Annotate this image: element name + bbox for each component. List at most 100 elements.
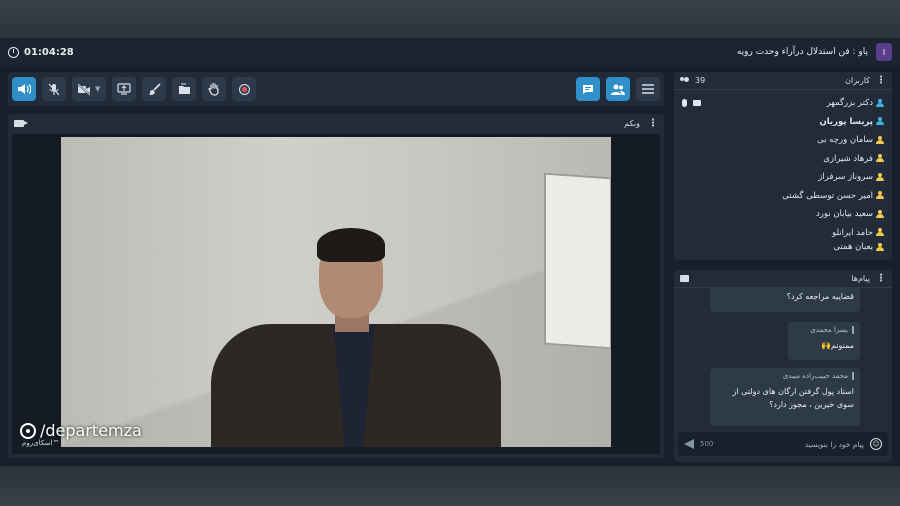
presenter-figure <box>211 228 501 447</box>
files-button[interactable] <box>172 77 196 101</box>
chat-input[interactable]: پیام خود را بنویسید <box>719 440 864 449</box>
brush-icon <box>148 82 161 95</box>
users-icon <box>680 77 690 84</box>
user-icon <box>876 228 884 237</box>
app-window: 01:04:28 ا پاو : فن استدلال درآراء وحدت … <box>0 38 900 466</box>
chat-input-bar: 500 پیام خود را بنویسید ☺ <box>678 432 888 456</box>
user-row[interactable]: سروناز سرفراز <box>682 168 884 187</box>
user-name: یعبان همتی <box>833 242 873 252</box>
chat-message: یسرا محمدی ممنونم🙌 <box>788 322 860 360</box>
room-title-area: ا پاو : فن استدلال درآراء وحدت رویه <box>737 43 892 61</box>
user-row[interactable]: پریسا پوریان <box>682 113 884 132</box>
chevron-down-icon[interactable]: ▼ <box>95 85 100 93</box>
microphone-button[interactable] <box>42 77 66 101</box>
microphone-icon[interactable] <box>682 99 687 108</box>
app-logo: ا <box>876 43 892 61</box>
user-row[interactable]: سامان ورچه بی <box>682 131 884 150</box>
user-row[interactable]: فرهاد شیرازی <box>682 150 884 169</box>
message-list: قضاییه مراجعه کرد؟ یسرا محمدی ممنونم🙌 مح… <box>674 288 892 430</box>
toolbar-right-group <box>576 77 660 101</box>
more-options-icon[interactable]: ⋮ <box>876 75 886 86</box>
folder-icon <box>178 83 190 94</box>
users-count: 39 <box>695 76 706 85</box>
users-panel: 39 ⋮ کاربران دکتر بزرگمهر پریسا پوریان س… <box>674 72 892 260</box>
whiteboard-brush-button[interactable] <box>142 77 166 101</box>
film-reel-icon <box>20 422 36 439</box>
chat-panel: ⋮ پیام‌ها قضاییه مراجعه کرد؟ یسرا محمدی … <box>674 270 892 462</box>
timer-text: 01:04:28 <box>24 46 74 58</box>
user-row[interactable]: حامد ایرانلو <box>682 224 884 243</box>
message-text: قضاییه مراجعه کرد؟ <box>786 292 854 301</box>
chat-toggle-button[interactable] <box>576 77 600 101</box>
video-camera-icon[interactable] <box>693 100 701 107</box>
more-options-icon[interactable]: ⋮ <box>876 273 886 284</box>
chat-message: قضاییه مراجعه کرد؟ <box>710 288 860 312</box>
user-row[interactable]: امیر حسن توسطی گشتی <box>682 187 884 206</box>
brand-label: اسکای‌روم™ <box>22 439 59 447</box>
camera-off-icon <box>77 83 91 95</box>
session-timer: 01:04:28 <box>8 46 74 58</box>
webcam-video-area: /departemza اسکای‌روم™ <box>12 134 660 454</box>
emoji-icon[interactable]: ☺ <box>870 438 882 450</box>
chat-toggle-icon <box>583 84 593 94</box>
speaker-icon <box>18 84 31 94</box>
screen-share-icon <box>117 83 131 95</box>
record-button[interactable] <box>232 77 256 101</box>
user-icon <box>876 117 884 126</box>
video-camera-icon <box>14 119 28 127</box>
users-toggle-icon <box>611 84 625 95</box>
user-name: حامد ایرانلو <box>832 227 873 238</box>
user-name: سعید بیابان نورد <box>815 209 873 220</box>
char-counter: 500 <box>700 440 714 448</box>
user-list: دکتر بزرگمهر پریسا پوریان سامان ورچه بی … <box>674 90 892 252</box>
send-icon[interactable] <box>684 439 694 449</box>
user-icon <box>876 98 884 108</box>
chat-title: پیام‌ها <box>851 274 870 283</box>
user-name: پریسا پوریان <box>819 116 873 127</box>
chat-icon <box>680 275 689 282</box>
user-name: فرهاد شیرازی <box>823 153 873 164</box>
user-name: امیر حسن توسطی گشتی <box>782 190 873 201</box>
menu-icon <box>642 84 654 94</box>
user-icon <box>876 135 884 145</box>
top-bar: 01:04:28 ا پاو : فن استدلال درآراء وحدت … <box>0 38 900 66</box>
screen-share-button[interactable] <box>112 77 136 101</box>
speaker-button[interactable] <box>12 77 36 101</box>
user-name: دکتر بزرگمهر <box>826 98 873 109</box>
chat-message: محمد حبیب‌زاده میبدی استاد پول گرفتن ارگ… <box>710 368 860 426</box>
message-text: ممنونم🙌 <box>821 341 854 350</box>
raise-hand-button[interactable] <box>202 77 226 101</box>
channel-watermark: /departemza <box>20 421 142 440</box>
user-row[interactable]: سعید بیابان نورد <box>682 205 884 224</box>
message-text: استاد پول گرفتن ارگان های دولتی از سوی خ… <box>732 387 854 409</box>
webcam-title: وبکم <box>624 118 640 128</box>
message-sender: یسرا محمدی <box>794 326 854 334</box>
user-row[interactable]: یعبان همتی <box>682 242 884 252</box>
chat-panel-header: ⋮ پیام‌ها <box>674 270 892 288</box>
user-icon <box>876 154 884 163</box>
user-icon <box>876 242 884 252</box>
users-toggle-button[interactable] <box>606 77 630 101</box>
menu-button[interactable] <box>636 77 660 101</box>
user-name: سروناز سرفراز <box>818 172 873 183</box>
user-name: سامان ورچه بی <box>817 135 873 146</box>
watermark-text: /departemza <box>40 421 142 440</box>
room-title: پاو : فن استدلال درآراء وحدت رویه <box>736 47 868 57</box>
presenter-hair <box>317 228 385 262</box>
user-icon <box>876 191 884 200</box>
camera-button[interactable]: ▼ <box>72 77 106 101</box>
mic-muted-icon <box>48 83 60 95</box>
record-icon <box>239 84 249 94</box>
webcam-panel: ⋮ وبکم /departemza اسکای <box>8 114 664 458</box>
users-panel-header: 39 ⋮ کاربران <box>674 72 892 90</box>
user-icon <box>876 209 884 219</box>
raise-hand-icon <box>208 82 219 96</box>
message-sender: محمد حبیب‌زاده میبدی <box>716 372 854 380</box>
user-row[interactable]: دکتر بزرگمهر <box>682 94 884 113</box>
brand-text: اسکای‌روم™ <box>22 439 60 447</box>
webcam-video-frame <box>61 137 611 447</box>
more-options-icon[interactable]: ⋮ <box>648 118 658 129</box>
clock-icon <box>8 46 19 58</box>
media-toolbar: ▼ <box>8 72 664 106</box>
webcam-panel-header: ⋮ وبکم <box>8 114 664 132</box>
